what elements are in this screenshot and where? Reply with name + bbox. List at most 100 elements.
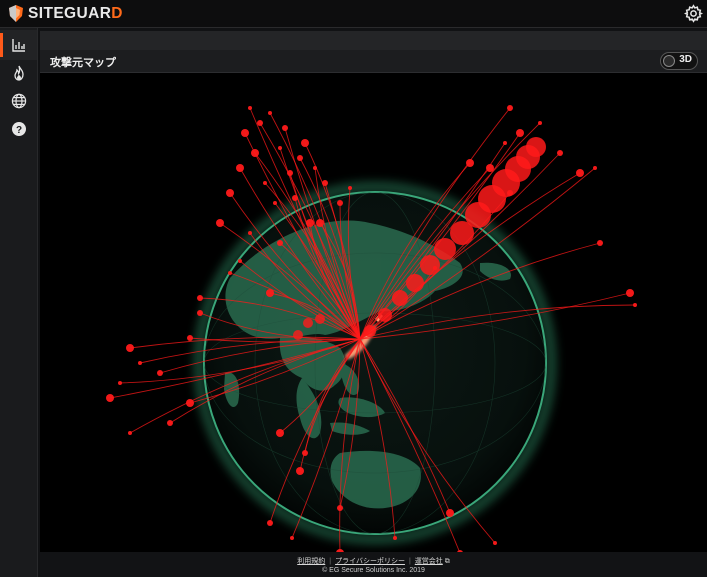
attack-burst — [406, 274, 424, 292]
attack-source-point — [302, 450, 308, 456]
attack-source-point — [257, 120, 263, 126]
top-bar: SITEGUARD — [0, 0, 707, 28]
attack-source-point — [236, 164, 244, 172]
attack-source-point — [446, 509, 454, 517]
attack-burst — [392, 290, 408, 306]
attack-source-point — [157, 370, 163, 376]
attack-source-point — [276, 429, 284, 437]
attack-source-point — [316, 219, 324, 227]
attack-source-point — [337, 505, 343, 511]
attack-source-point — [557, 150, 563, 156]
attack-source-point — [248, 106, 252, 110]
sidebar-item-help[interactable]: ? — [0, 114, 37, 144]
svg-text:?: ? — [15, 125, 21, 136]
siteguard-logo: SITEGUARD — [9, 4, 123, 23]
header-strip — [40, 31, 707, 50]
attack-source-point — [597, 240, 603, 246]
sidebar-item-dashboard[interactable] — [0, 30, 37, 60]
attack-source-point — [267, 520, 273, 526]
shield-logo-icon — [9, 5, 23, 22]
attack-source-point — [268, 111, 272, 115]
footer-separator: | — [329, 558, 332, 565]
attack-map-panel: 攻撃元マップ 3D — [40, 50, 707, 552]
attack-source-point — [266, 289, 274, 297]
panel-header: 攻撃元マップ 3D — [40, 50, 707, 73]
attack-burst — [315, 314, 325, 324]
attack-source-point — [197, 295, 203, 301]
external-link-icon: ⧉ — [442, 558, 450, 565]
3d-toggle-label: 3D — [679, 54, 692, 65]
attack-source-point — [297, 155, 303, 161]
footer: 利用規約 | プライバシーポリシー | 運営会社 ⧉ © EG Secure Solut… — [40, 552, 707, 577]
attack-source-point — [493, 541, 497, 545]
attack-source-point — [313, 166, 317, 170]
attack-source-point — [301, 139, 309, 147]
attack-source-point — [186, 399, 194, 407]
sidebar-item-map[interactable] — [0, 86, 37, 116]
attack-burst — [378, 308, 392, 322]
attack-source-point — [576, 169, 584, 177]
attack-source-point — [538, 121, 542, 125]
attack-source-point — [290, 536, 294, 540]
attack-source-point — [273, 201, 277, 205]
help-icon: ? — [11, 122, 26, 136]
attack-source-point — [126, 344, 134, 352]
attack-source-point — [292, 195, 298, 201]
attack-source-point — [106, 394, 114, 402]
page-title: 攻撃元マップ — [50, 57, 116, 69]
attack-source-point — [287, 170, 293, 176]
attack-source-point — [197, 310, 203, 316]
attack-source-point — [503, 141, 507, 145]
attack-source-point — [516, 129, 524, 137]
3d-toggle[interactable]: 3D — [660, 52, 698, 70]
company-link[interactable]: 運営会社 — [415, 558, 443, 565]
copyright: © EG Secure Solutions Inc. 2019 — [322, 567, 425, 574]
brand-name: SITEGUARD — [28, 4, 123, 22]
flame-icon — [13, 65, 24, 81]
attack-source-point — [226, 189, 234, 197]
footer-links: 利用規約 | プライバシーポリシー | 運営会社 ⧉ — [40, 556, 707, 566]
attack-source-point — [187, 335, 193, 341]
bar-chart-icon — [11, 39, 25, 52]
attack-source-point — [282, 125, 288, 131]
attack-source-point — [306, 219, 314, 227]
footer-separator: | — [408, 558, 411, 565]
gear-icon[interactable] — [684, 4, 703, 23]
attack-burst — [526, 137, 546, 157]
attack-source-point — [337, 200, 343, 206]
attack-burst — [420, 255, 440, 275]
privacy-link[interactable]: プライバシーポリシー — [335, 558, 405, 565]
terms-link[interactable]: 利用規約 — [297, 558, 325, 565]
attack-source-point — [507, 105, 513, 111]
attack-globe-map[interactable] — [40, 73, 707, 552]
attack-source-point — [238, 259, 242, 263]
attack-source-point — [466, 159, 474, 167]
attack-source-point — [216, 219, 224, 227]
attack-source-point — [138, 361, 142, 365]
sidebar: ? — [0, 28, 38, 577]
attack-source-point — [167, 420, 173, 426]
toggle-knob — [663, 55, 675, 67]
globe-icon — [11, 93, 26, 109]
attack-source-point — [486, 164, 494, 172]
attack-source-point — [348, 186, 352, 190]
attack-source-point — [128, 431, 132, 435]
attack-source-point — [626, 289, 634, 297]
sidebar-item-attacks[interactable] — [0, 58, 37, 88]
attack-source-point — [633, 303, 637, 307]
attack-source-point — [248, 231, 252, 235]
attack-burst — [434, 238, 456, 260]
attack-source-point — [322, 180, 328, 186]
attack-source-point — [118, 381, 122, 385]
attack-source-point — [296, 467, 304, 475]
attack-source-point — [241, 129, 249, 137]
attack-source-point — [263, 181, 267, 185]
attack-source-point — [228, 271, 232, 275]
attack-source-point — [277, 240, 283, 246]
attack-source-point — [393, 536, 397, 540]
attack-source-point — [593, 166, 597, 170]
attack-burst — [364, 325, 376, 337]
attack-burst — [293, 330, 303, 340]
attack-source-point — [251, 149, 259, 157]
attack-burst — [303, 318, 313, 328]
